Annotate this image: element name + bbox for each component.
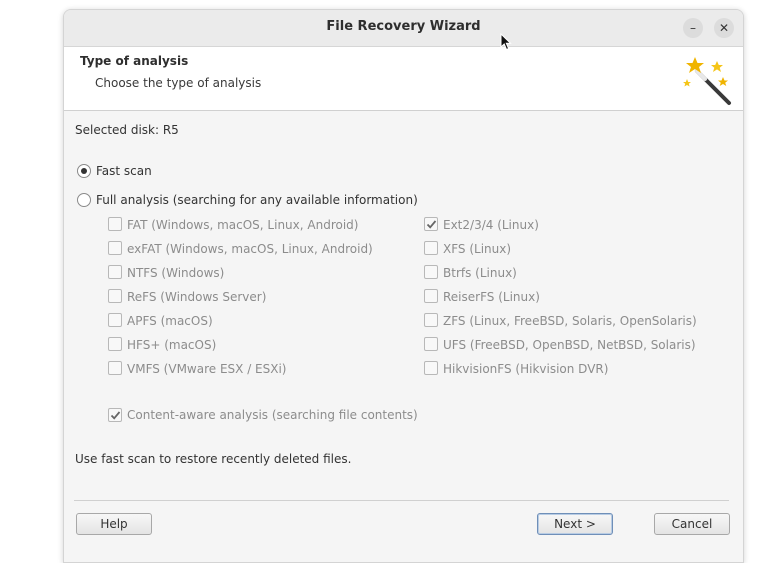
xfs-label[interactable]: XFS (Linux) bbox=[443, 242, 511, 256]
full-analysis-label[interactable]: Full analysis (searching for any availab… bbox=[96, 193, 418, 207]
full-analysis-radio[interactable] bbox=[77, 193, 91, 207]
file-recovery-wizard-window: File Recovery Wizard – ✕ Type of analysi… bbox=[63, 9, 744, 563]
minimize-button[interactable]: – bbox=[683, 18, 703, 38]
content-aware-checkbox[interactable] bbox=[108, 408, 122, 422]
checkmark-icon bbox=[426, 220, 437, 229]
selected-disk-label: Selected disk: R5 bbox=[75, 123, 179, 137]
content-aware-label[interactable]: Content-aware analysis (searching file c… bbox=[127, 408, 418, 422]
apfs-label[interactable]: APFS (macOS) bbox=[127, 314, 213, 328]
apfs-checkbox[interactable] bbox=[108, 313, 122, 327]
hfsplus-checkbox[interactable] bbox=[108, 337, 122, 351]
zfs-label[interactable]: ZFS (Linux, FreeBSD, Solaris, OpenSolari… bbox=[443, 314, 697, 328]
fast-scan-radio[interactable] bbox=[77, 164, 91, 178]
footer-divider bbox=[74, 500, 729, 501]
fast-scan-label[interactable]: Fast scan bbox=[96, 164, 152, 178]
refs-checkbox[interactable] bbox=[108, 289, 122, 303]
vmfs-checkbox[interactable] bbox=[108, 361, 122, 375]
hfsplus-label[interactable]: HFS+ (macOS) bbox=[127, 338, 216, 352]
magic-wand-icon bbox=[683, 57, 731, 105]
ext-label[interactable]: Ext2/3/4 (Linux) bbox=[443, 218, 539, 232]
ntfs-label[interactable]: NTFS (Windows) bbox=[127, 266, 224, 280]
hint-text: Use fast scan to restore recently delete… bbox=[75, 452, 352, 466]
window-title: File Recovery Wizard bbox=[326, 19, 481, 34]
zfs-checkbox[interactable] bbox=[424, 313, 438, 327]
ntfs-checkbox[interactable] bbox=[108, 265, 122, 279]
next-button[interactable]: Next > bbox=[537, 513, 613, 535]
header-title: Type of analysis bbox=[80, 54, 189, 68]
ext-checkbox[interactable] bbox=[424, 217, 438, 231]
xfs-checkbox[interactable] bbox=[424, 241, 438, 255]
help-button[interactable]: Help bbox=[76, 513, 152, 535]
exfat-checkbox[interactable] bbox=[108, 241, 122, 255]
refs-label[interactable]: ReFS (Windows Server) bbox=[127, 290, 266, 304]
hikvisionfs-checkbox[interactable] bbox=[424, 361, 438, 375]
exfat-label[interactable]: exFAT (Windows, macOS, Linux, Android) bbox=[127, 242, 373, 256]
fat-label[interactable]: FAT (Windows, macOS, Linux, Android) bbox=[127, 218, 358, 232]
btrfs-checkbox[interactable] bbox=[424, 265, 438, 279]
hikvisionfs-label[interactable]: HikvisionFS (Hikvision DVR) bbox=[443, 362, 608, 376]
fat-checkbox[interactable] bbox=[108, 217, 122, 231]
close-button[interactable]: ✕ bbox=[714, 18, 734, 38]
checkmark-icon bbox=[110, 411, 121, 420]
ufs-label[interactable]: UFS (FreeBSD, OpenBSD, NetBSD, Solaris) bbox=[443, 338, 696, 352]
reiserfs-label[interactable]: ReiserFS (Linux) bbox=[443, 290, 540, 304]
cancel-button[interactable]: Cancel bbox=[654, 513, 730, 535]
title-bar[interactable]: File Recovery Wizard – ✕ bbox=[64, 10, 743, 47]
header-subtitle: Choose the type of analysis bbox=[95, 76, 262, 90]
ufs-checkbox[interactable] bbox=[424, 337, 438, 351]
wizard-header: Type of analysis Choose the type of anal… bbox=[64, 47, 743, 111]
btrfs-label[interactable]: Btrfs (Linux) bbox=[443, 266, 517, 280]
mouse-pointer-icon bbox=[500, 33, 512, 51]
reiserfs-checkbox[interactable] bbox=[424, 289, 438, 303]
vmfs-label[interactable]: VMFS (VMware ESX / ESXi) bbox=[127, 362, 287, 376]
